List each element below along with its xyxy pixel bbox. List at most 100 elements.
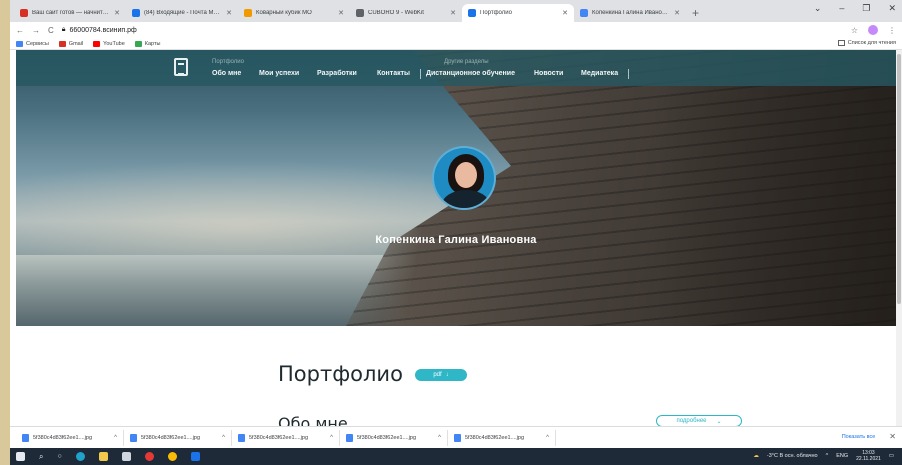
close-tab-icon[interactable]: ✕	[338, 9, 344, 17]
photos-icon[interactable]	[190, 452, 200, 461]
reading-list-button[interactable]: Список для чтения	[837, 40, 896, 46]
download-filename: 5f380c4d83f62ee1....jpg	[141, 434, 201, 441]
lock-icon: 🔒︎	[61, 26, 66, 33]
gmail-icon	[58, 40, 66, 47]
browser-tab[interactable]: Коварный кубик МО ✕	[238, 4, 350, 22]
weather-icon: ☁	[753, 453, 759, 459]
download-item[interactable]: 5f380c4d83f62ee1....jpg ^	[16, 429, 124, 446]
profile-avatar[interactable]	[868, 25, 878, 35]
window-controls: ⌄ – ❐ ✕	[814, 3, 896, 14]
task-view-icon[interactable]: ○	[57, 453, 61, 460]
maps-icon	[134, 40, 142, 47]
tab-title: Коварный кубик МО	[256, 10, 312, 16]
reading-list-label: Список для чтения	[847, 40, 896, 46]
close-tab-icon[interactable]: ✕	[114, 9, 120, 17]
profile-photo	[432, 146, 496, 210]
chevron-up-icon[interactable]: ^	[438, 435, 441, 441]
site-favicon-icon	[468, 9, 476, 17]
avatar-body	[442, 190, 490, 208]
tab-search-icon[interactable]: ⌄	[814, 3, 822, 14]
bookmark-label: YouTube	[103, 40, 125, 47]
mail-icon[interactable]	[121, 452, 131, 461]
nav-distance-learning[interactable]: Дистанционное обучение	[426, 70, 515, 77]
close-tab-icon[interactable]: ✕	[674, 9, 680, 17]
download-item[interactable]: 5f380c4d83f62ee1....jpg ^	[448, 429, 556, 446]
site-logo-icon[interactable]	[174, 58, 188, 76]
site-favicon-icon	[580, 9, 588, 17]
nav-media-library[interactable]: Медиатека	[581, 70, 618, 77]
tab-title: Портфолио	[480, 10, 512, 16]
nav-divider	[628, 69, 629, 79]
menu-icon[interactable]: ⋮	[888, 26, 896, 35]
language-indicator[interactable]: ENG	[836, 453, 848, 459]
browser-tab[interactable]: Копенкина Галина Ивановна ✕	[574, 4, 686, 22]
chevron-up-icon[interactable]: ^	[546, 435, 549, 441]
nav-achievements[interactable]: Мои успехи	[259, 70, 299, 77]
close-tab-icon[interactable]: ✕	[562, 9, 568, 17]
image-file-icon	[22, 433, 29, 442]
bookmarks-bar: Сервисы Gmail YouTube Карты Список для ч…	[10, 38, 902, 50]
close-tab-icon[interactable]: ✕	[450, 9, 456, 17]
back-button[interactable]: ←	[16, 26, 24, 35]
download-filename: 5f380c4d83f62ee1....jpg	[465, 434, 525, 441]
tab-title: CUBORO 9 - WebKit	[368, 10, 424, 16]
chevron-up-icon[interactable]: ^	[222, 435, 225, 441]
apps-grid-icon	[16, 40, 23, 47]
browser-tab[interactable]: Ваш сайт готов — начните его … ✕	[14, 4, 126, 22]
section-title-about: Обо мне	[278, 414, 348, 426]
minimize-button[interactable]: –	[839, 3, 844, 14]
edge-icon[interactable]	[75, 452, 85, 461]
download-item[interactable]: 5f380c4d83f62ee1....jpg ^	[232, 429, 340, 446]
windows-taskbar: ⌕ ○ ☁ -3°C В осн. облачно ^ ENG 13:03 22…	[10, 448, 902, 465]
close-window-button[interactable]: ✕	[888, 3, 896, 14]
tray-chevron-icon[interactable]: ^	[826, 453, 829, 459]
download-item[interactable]: 5f380c4d83f62ee1....jpg ^	[124, 429, 232, 446]
close-shelf-icon[interactable]: ✕	[889, 432, 896, 441]
chevron-up-icon[interactable]: ^	[114, 435, 117, 441]
more-button[interactable]: подробнее ⌄	[656, 415, 742, 426]
reload-button[interactable]: C	[48, 26, 54, 35]
main-content: Портфолио pdf ↓ Обо мне подробнее ⌄	[10, 326, 902, 426]
opera-icon[interactable]	[144, 452, 154, 461]
hero-name: Копенкина Галина Ивановна	[375, 234, 537, 246]
nav-divider	[420, 69, 421, 79]
chrome-icon[interactable]	[167, 452, 177, 461]
nav-contacts[interactable]: Контакты	[377, 70, 410, 77]
browser-toolbar: ← → C 🔒︎ 66000784.всинип.рф ☆ ⋮	[10, 22, 902, 38]
bookmark-maps[interactable]: Карты	[134, 40, 160, 47]
pdf-label: pdf	[433, 372, 442, 378]
nav-about[interactable]: Обо мне	[212, 70, 241, 77]
show-all-downloads-link[interactable]: Показать все	[842, 434, 876, 440]
bookmark-apps[interactable]: Сервисы	[16, 40, 49, 47]
mail-favicon-icon	[132, 9, 140, 17]
browser-window: Ваш сайт готов — начните его … ✕ (84) Вх…	[10, 0, 902, 448]
bookmark-gmail[interactable]: Gmail	[58, 40, 83, 47]
weather-text[interactable]: -3°C В осн. облачно	[767, 453, 818, 459]
clock[interactable]: 13:03 22.11.2021	[856, 450, 881, 462]
download-item[interactable]: 5f380c4d83f62ee1....jpg ^	[340, 429, 448, 446]
tab-title: Копенкина Галина Ивановна	[592, 10, 671, 16]
download-filename: 5f380c4d83f62ee1....jpg	[357, 434, 417, 441]
scrollbar-thumb[interactable]	[897, 54, 901, 304]
browser-tab[interactable]: CUBORO 9 - WebKit ✕	[350, 4, 462, 22]
nav-developments[interactable]: Разработки	[317, 70, 357, 77]
new-tab-button[interactable]: +	[686, 4, 705, 22]
browser-tab[interactable]: (84) Входящие - Почта Mail.ru ✕	[126, 4, 238, 22]
forward-button[interactable]: →	[32, 26, 40, 35]
start-icon[interactable]	[16, 452, 25, 461]
bookmark-youtube[interactable]: YouTube	[93, 40, 125, 47]
bookmark-star-icon[interactable]: ☆	[851, 26, 858, 35]
notifications-icon[interactable]: ▭	[889, 453, 894, 459]
chevron-up-icon[interactable]: ^	[330, 435, 333, 441]
browser-tab-active[interactable]: Портфолио ✕	[462, 4, 574, 22]
close-tab-icon[interactable]: ✕	[226, 9, 232, 17]
pdf-download-button[interactable]: pdf ↓	[415, 369, 467, 381]
nav-news[interactable]: Новости	[534, 70, 563, 77]
search-icon[interactable]: ⌕	[39, 452, 43, 462]
maximize-button[interactable]: ❐	[862, 3, 870, 14]
nav-group-portfolio: Портфолио	[212, 59, 244, 65]
download-shelf-actions: Показать все ✕	[842, 432, 896, 441]
gmail-favicon-icon	[20, 9, 28, 17]
address-bar[interactable]: 🔒︎ 66000784.всинип.рф	[62, 24, 843, 36]
file-explorer-icon[interactable]	[98, 452, 108, 461]
